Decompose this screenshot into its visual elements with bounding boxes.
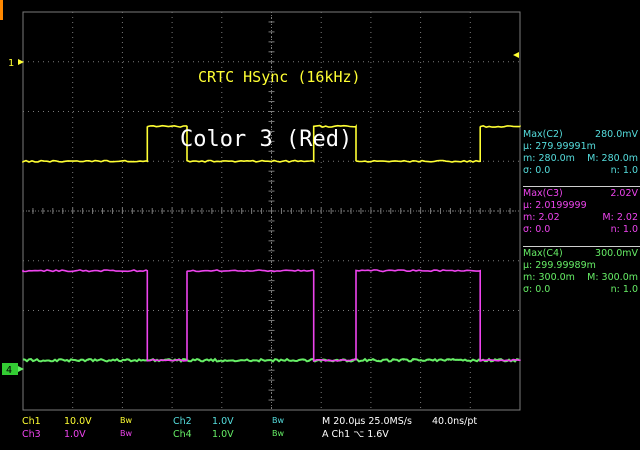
ch2-bandwidth: Bw: [272, 416, 284, 425]
meas-sigma: σ: 0.0: [523, 224, 550, 236]
meas-sigma: σ: 0.0: [523, 284, 550, 296]
meas-max: M: 2.02: [602, 212, 638, 224]
ch3-label[interactable]: Ch3: [22, 429, 41, 440]
meas-mean: μ: 2.0199999: [523, 200, 587, 212]
ch4-ground-marker[interactable]: 4: [6, 365, 12, 376]
trigger-readout[interactable]: A Ch1 ⌥ 1.6V: [322, 429, 389, 440]
ch4-label[interactable]: Ch4: [173, 429, 192, 440]
measurement-c3: Max(C3) 2.02V μ: 2.0199999 m: 2.02 M: 2.02…: [523, 188, 640, 236]
ch4-bandwidth: Bw: [272, 429, 284, 438]
measurement-c4: Max(C4) 300.0mV μ: 299.99989m m: 300.0m M:…: [523, 248, 640, 296]
ch2-scale[interactable]: 1.0V: [212, 416, 234, 427]
sample-interval: 40.0ns/pt: [432, 416, 477, 427]
meas-min: m: 2.02: [523, 212, 560, 224]
meas-min: m: 300.0m: [523, 272, 575, 284]
ch3-bandwidth: Bw: [120, 429, 132, 438]
meas-min: m: 280.0m: [523, 153, 575, 165]
meas-name: Max(C3): [523, 188, 563, 200]
color-annotation: Color 3 (Red): [180, 127, 352, 152]
ch4-waveform: [23, 359, 519, 361]
measurement-divider: [523, 186, 640, 187]
ch1-ground-marker[interactable]: 1: [8, 58, 14, 69]
ch4-scale[interactable]: 1.0V: [212, 429, 234, 440]
trigger-position-icon: [0, 0, 3, 20]
meas-value: 2.02V: [610, 188, 638, 200]
measurement-c2: Max(C2) 280.0mV μ: 279.99991m m: 280.0m M:…: [523, 129, 640, 177]
meas-value: 300.0mV: [595, 248, 638, 260]
meas-count: n: 1.0: [611, 284, 638, 296]
meas-sigma: σ: 0.0: [523, 165, 550, 177]
measurement-divider: [523, 246, 640, 247]
meas-max: M: 300.0m: [587, 272, 638, 284]
meas-mean: μ: 279.99991m: [523, 141, 596, 153]
status-bar: Ch1 10.0V Bw Ch2 1.0V Bw Ch3 1.0V Bw Ch4…: [0, 412, 640, 450]
meas-value: 280.0mV: [595, 129, 638, 141]
ch2-label[interactable]: Ch2: [173, 416, 192, 427]
ch1-label[interactable]: Ch1: [22, 416, 41, 427]
meas-name: Max(C4): [523, 248, 563, 260]
ch1-scale[interactable]: 10.0V: [64, 416, 92, 427]
channel-markers: 1 4: [0, 0, 519, 376]
ch1-bandwidth: Bw: [120, 416, 132, 425]
meas-name: Max(C2): [523, 129, 563, 141]
timebase-readout[interactable]: M 20.0μs 25.0MS/s: [322, 416, 412, 427]
meas-count: n: 1.0: [611, 165, 638, 177]
trigger-level-arrow-icon[interactable]: [513, 52, 519, 58]
meas-count: n: 1.0: [611, 224, 638, 236]
hsync-annotation: CRTC HSync (16kHz): [198, 68, 361, 86]
ch3-scale[interactable]: 1.0V: [64, 429, 86, 440]
meas-max: M: 280.0m: [587, 153, 638, 165]
meas-mean: μ: 299.99989m: [523, 260, 596, 272]
